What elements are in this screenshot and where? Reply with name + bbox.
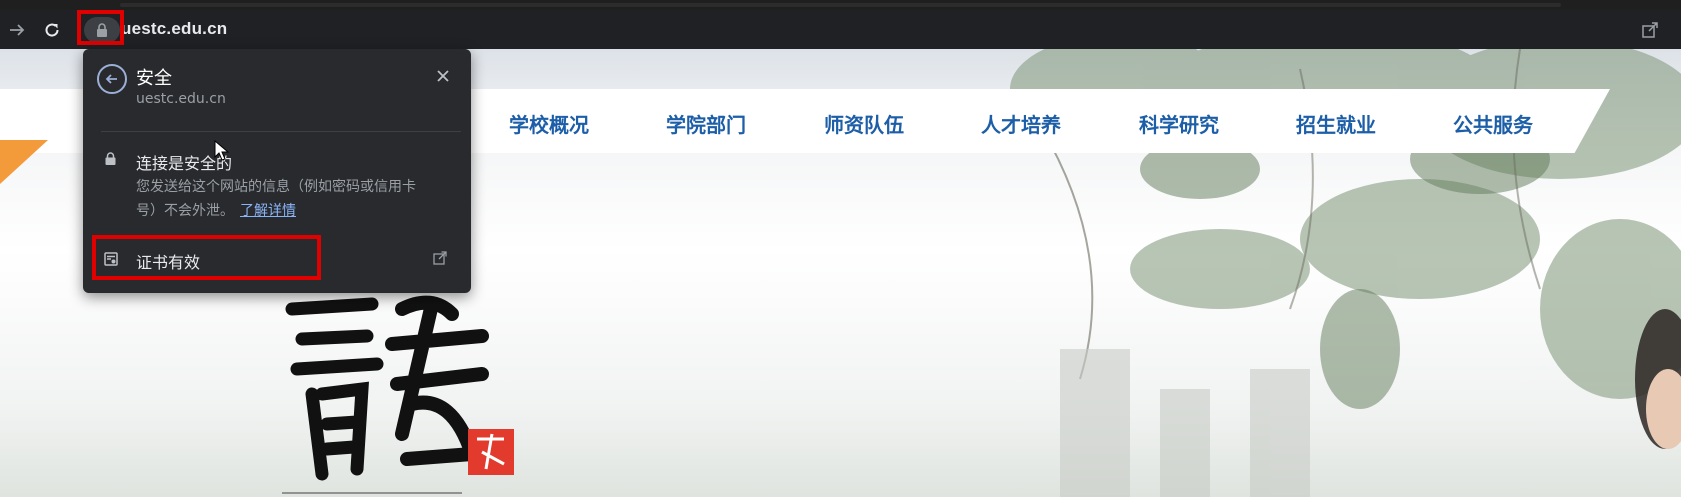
popup-domain: uestc.edu.cn <box>136 91 226 107</box>
popup-divider <box>101 131 461 132</box>
learn-more-link[interactable]: 了解详情 <box>240 203 296 219</box>
popup-title: 安全 <box>136 68 172 89</box>
calligraphy-banner-image <box>282 284 522 497</box>
forward-button[interactable] <box>2 16 32 44</box>
share-button[interactable] <box>1637 17 1663 43</box>
lock-icon <box>105 152 116 165</box>
nav-item-services[interactable]: 公共服务 <box>1453 109 1533 138</box>
back-arrow-icon <box>105 74 117 84</box>
address-bar-url[interactable]: uestc.edu.cn <box>121 19 227 39</box>
lock-highlight-box <box>77 10 124 45</box>
nav-item-admissions[interactable]: 招生就业 <box>1296 109 1376 138</box>
connection-description: 您发送给这个网站的信息（例如密码或信用卡号）不会外泄。 了解详情 <box>136 175 436 223</box>
certificate-highlight-box <box>92 235 321 280</box>
nav-item-education[interactable]: 人才培养 <box>981 109 1061 138</box>
nav-item-faculty[interactable]: 师资队伍 <box>824 109 904 138</box>
external-link-icon[interactable] <box>433 251 447 265</box>
share-icon <box>1642 22 1658 38</box>
mouse-cursor-icon <box>214 140 230 161</box>
nav-item-about[interactable]: 学校概况 <box>509 109 589 138</box>
tab-strip <box>0 0 1681 10</box>
browser-toolbar: uestc.edu.cn <box>0 10 1681 49</box>
tab-bar <box>120 3 1561 7</box>
nav-item-research[interactable]: 科学研究 <box>1139 109 1219 138</box>
nav-item-departments[interactable]: 学院部门 <box>666 109 746 138</box>
forward-arrow-icon <box>10 24 25 36</box>
reload-icon <box>45 23 59 37</box>
back-button[interactable] <box>97 64 127 94</box>
reload-button[interactable] <box>37 16 67 44</box>
close-icon <box>437 70 449 82</box>
close-button[interactable] <box>433 66 453 86</box>
